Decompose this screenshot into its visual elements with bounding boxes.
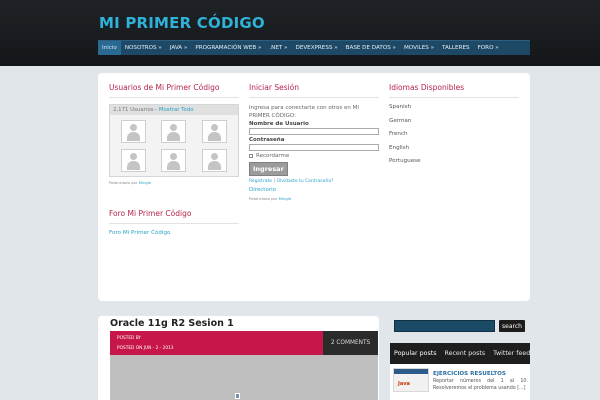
image-placeholder-icon: [235, 393, 240, 399]
site-header: MI PRIMER CÓDIGO Inicio NOSOTROS » JAVA …: [0, 0, 600, 66]
nav-item-java[interactable]: JAVA »: [166, 41, 192, 55]
thumbnail-bar: [394, 369, 428, 374]
tabs-widget: Popular posts Recent posts Twitter feed …: [390, 343, 530, 400]
nav-item-programacion-web[interactable]: PROGRAMACIÓN WEB »: [191, 41, 265, 55]
search-row: search: [394, 320, 525, 332]
members-box: 2,171 Usuarios - Mostrar Todo: [109, 104, 239, 177]
languages-widget-title: Idiomas Disponibles: [389, 83, 519, 98]
avatar[interactable]: [161, 149, 187, 172]
tab-twitter-feed[interactable]: Twitter feed: [489, 350, 534, 357]
remember-checkbox[interactable]: [249, 154, 253, 158]
languages-widget: Idiomas Disponibles Spanish German Frenc…: [389, 83, 519, 172]
comments-count[interactable]: 2 COMMENTS: [323, 331, 378, 355]
nav-item-base-de-datos[interactable]: BASE DE DATOS »: [342, 41, 400, 55]
posted-by: POSTED BY: [117, 336, 142, 341]
post-meta: POSTED BY POSTED ON JUN - 2 - 2013: [110, 331, 323, 355]
username-field[interactable]: [249, 128, 379, 135]
login-widget: Iniciar Sesión Ingresa para conectarte c…: [249, 83, 379, 201]
members-separator: -: [155, 107, 158, 113]
java-logo-icon: Java: [398, 381, 410, 387]
remember-row: Recordarme: [249, 153, 379, 159]
avatar[interactable]: [202, 120, 228, 143]
forgot-password-link[interactable]: Olvidaste tu Contraseña?: [276, 179, 333, 184]
avatar-grid: [110, 115, 238, 176]
widget-area: Usuarios de Mi Primer Código 2,171 Usuar…: [98, 73, 530, 301]
popular-post-excerpt: Reportar números del 1 al 10. Resolverem…: [433, 379, 528, 391]
forum-widget-title: Foro Mi Primer Código: [109, 209, 239, 224]
users-widget: Usuarios de Mi Primer Código 2,171 Usuar…: [109, 83, 239, 236]
search-button[interactable]: search: [499, 320, 525, 332]
search-input[interactable]: [394, 320, 495, 332]
avatar[interactable]: [120, 149, 146, 172]
register-link[interactable]: Registrate: [249, 179, 272, 184]
posted-on: POSTED ON JUN - 2 - 2013: [117, 346, 174, 351]
members-count: 2,171 Usuarios: [113, 107, 154, 113]
powered-by-link[interactable]: Mingle: [279, 196, 292, 201]
language-link[interactable]: German: [389, 118, 519, 124]
tabs-bar: Popular posts Recent posts Twitter feed: [390, 343, 530, 364]
show-all-link[interactable]: Mostrar Todo: [159, 107, 194, 113]
password-label: Contraseña: [249, 137, 285, 143]
language-link[interactable]: French: [389, 131, 519, 137]
language-link[interactable]: Portuguese: [389, 158, 519, 164]
popular-post-title[interactable]: EJERCICIOS RESUELTOS: [433, 371, 506, 377]
username-label: Nombre de Usuario: [249, 121, 309, 127]
login-links-separator: |: [273, 179, 276, 184]
post-card: Oracle 11g R2 Sesion 1 POSTED BY POSTED …: [98, 316, 379, 400]
password-field[interactable]: [249, 144, 379, 151]
login-description: Ingresa para conectarte con otros en MI …: [249, 105, 359, 119]
nav-item-foro[interactable]: FORO »: [474, 41, 503, 55]
powered-by-label: Potenciado por: [249, 196, 278, 201]
nav-item-net[interactable]: .NET »: [265, 41, 291, 55]
users-widget-title: Usuarios de Mi Primer Código: [109, 83, 239, 98]
tab-popular-posts[interactable]: Popular posts: [390, 350, 441, 357]
nav-item-nosotros[interactable]: NOSOTROS »: [121, 41, 166, 55]
powered-by: Potenciado por Mingle: [109, 180, 239, 185]
forum-widget: Foro Mi Primer Código Foro Mi Primer Cód…: [109, 209, 239, 236]
tab-recent-posts[interactable]: Recent posts: [441, 350, 490, 357]
nav-item-inicio[interactable]: Inicio: [98, 41, 121, 55]
post-image[interactable]: [110, 355, 378, 400]
post-title[interactable]: Oracle 11g R2 Sesion 1: [110, 318, 234, 329]
nav-item-devexpress[interactable]: DEVEXPRESS »: [292, 41, 342, 55]
login-links: Registrate | Olvidaste tu Contraseña?: [249, 179, 379, 184]
language-link[interactable]: English: [389, 145, 519, 151]
forum-link[interactable]: Foro Mi Primer Código: [109, 230, 239, 236]
site-title[interactable]: MI PRIMER CÓDIGO: [99, 14, 265, 32]
powered-by-link[interactable]: Mingle: [139, 180, 152, 185]
avatar[interactable]: [202, 149, 228, 172]
popular-post-thumbnail[interactable]: Java: [393, 368, 429, 392]
directory-link[interactable]: Directorio: [249, 187, 379, 193]
nav-item-talleres[interactable]: TALLERES: [438, 41, 474, 55]
language-link[interactable]: Spanish: [389, 104, 519, 110]
remember-label: Recordarme: [256, 153, 290, 159]
login-button[interactable]: Ingresar: [249, 162, 288, 176]
login-widget-title: Iniciar Sesión: [249, 83, 379, 98]
avatar[interactable]: [161, 120, 187, 143]
main-nav: Inicio NOSOTROS » JAVA » PROGRAMACIÓN WE…: [98, 40, 530, 55]
powered-by-label: Potenciado por: [109, 180, 138, 185]
members-head: 2,171 Usuarios - Mostrar Todo: [110, 105, 238, 115]
login-powered-by: Potenciado por Mingle: [249, 196, 379, 201]
nav-item-moviles[interactable]: MOVILES »: [400, 41, 438, 55]
avatar[interactable]: [120, 120, 146, 143]
